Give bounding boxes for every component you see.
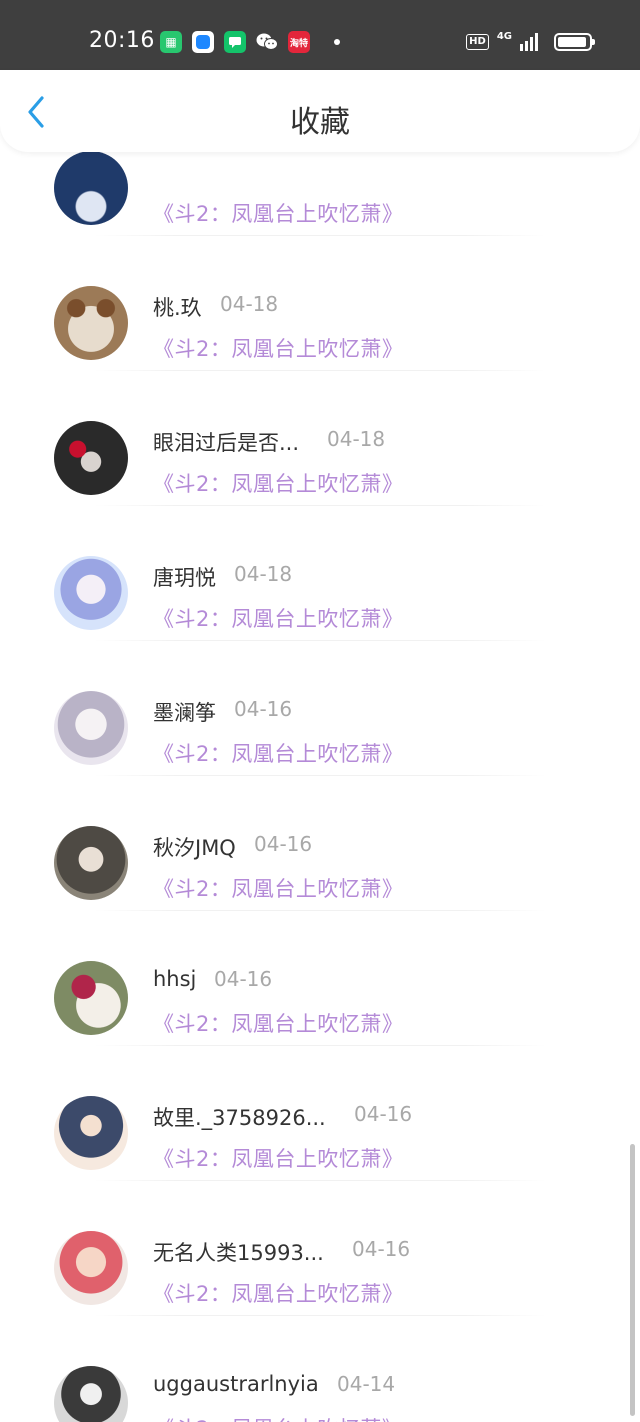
user-name[interactable]: 眼泪过后是否... bbox=[153, 427, 299, 457]
favorites-screen: 20:16 ▦ 淘特 HD 4G 《斗2：凤凰台上吹忆萧》 桃.玖 04-18 … bbox=[0, 0, 640, 1422]
work-title-link[interactable]: 《斗2：凤凰台上吹忆萧》 bbox=[153, 1008, 403, 1038]
collect-date: 04-16 bbox=[234, 697, 293, 721]
favorite-list-item[interactable]: uggaustrarlnyia 04-14 《斗2：凤凰台上吹忆萧》 bbox=[0, 1315, 640, 1422]
favorite-list-item[interactable]: 桃.玖 04-18 《斗2：凤凰台上吹忆萧》 bbox=[0, 235, 640, 371]
work-title-link[interactable]: 《斗2：凤凰台上吹忆萧》 bbox=[153, 1143, 403, 1173]
user-avatar[interactable] bbox=[54, 151, 128, 225]
more-notifications-dot bbox=[334, 39, 340, 45]
status-indicators: HD 4G bbox=[466, 30, 595, 51]
user-avatar[interactable] bbox=[54, 286, 128, 360]
signal-icon bbox=[520, 33, 538, 51]
user-avatar[interactable] bbox=[54, 826, 128, 900]
user-avatar[interactable] bbox=[54, 961, 128, 1035]
user-name[interactable]: 桃.玖 bbox=[153, 292, 202, 322]
user-name[interactable]: uggaustrarlnyia bbox=[153, 1372, 319, 1396]
favorite-list-item[interactable]: 秋汐JMQ 04-16 《斗2：凤凰台上吹忆萧》 bbox=[0, 775, 640, 911]
user-name[interactable]: hhsj bbox=[153, 967, 196, 991]
scrollbar[interactable] bbox=[630, 1144, 635, 1416]
top-nav-bar: 收藏 bbox=[0, 70, 640, 152]
work-title-link[interactable]: 《斗2：凤凰台上吹忆萧》 bbox=[153, 738, 403, 768]
collect-date: 04-16 bbox=[214, 967, 273, 991]
work-title-link[interactable]: 《斗2：凤凰台上吹忆萧》 bbox=[153, 873, 403, 903]
collect-date: 04-16 bbox=[352, 1237, 411, 1261]
user-name[interactable]: 故里._3758926... bbox=[153, 1102, 326, 1132]
collect-date: 04-18 bbox=[220, 292, 279, 316]
hd-icon: HD bbox=[466, 34, 489, 50]
work-title-link[interactable]: 《斗2：凤凰台上吹忆萧》 bbox=[153, 198, 403, 228]
user-name[interactable]: 唐玥悦 bbox=[153, 562, 216, 592]
favorite-list-item[interactable]: 故里._3758926... 04-16 《斗2：凤凰台上吹忆萧》 bbox=[0, 1045, 640, 1181]
battery-icon bbox=[554, 33, 595, 51]
user-avatar[interactable] bbox=[54, 1366, 128, 1422]
collect-date: 04-16 bbox=[254, 832, 313, 856]
favorite-list-item[interactable]: 墨澜筝 04-16 《斗2：凤凰台上吹忆萧》 bbox=[0, 640, 640, 776]
user-name[interactable]: 无名人类15993... bbox=[153, 1237, 324, 1267]
user-avatar[interactable] bbox=[54, 421, 128, 495]
work-title-link[interactable]: 《斗2：凤凰台上吹忆萧》 bbox=[153, 603, 403, 633]
app-store-icon: ▦ bbox=[160, 31, 182, 53]
user-name[interactable]: 墨澜筝 bbox=[153, 697, 216, 727]
work-title-link[interactable]: 《斗2：凤凰台上吹忆萧》 bbox=[153, 333, 403, 363]
user-avatar[interactable] bbox=[54, 1096, 128, 1170]
user-avatar[interactable] bbox=[54, 556, 128, 630]
notification-icons: ▦ 淘特 bbox=[160, 31, 340, 53]
status-bar: 20:16 ▦ 淘特 HD 4G bbox=[0, 0, 640, 70]
page-title: 收藏 bbox=[290, 105, 350, 140]
collect-date: 04-18 bbox=[327, 427, 386, 451]
work-title-link[interactable]: 《斗2：凤凰台上吹忆萧》 bbox=[153, 1278, 403, 1308]
work-title-link[interactable]: 《斗2：凤凰台上吹忆萧》 bbox=[153, 468, 403, 498]
favorite-list-item[interactable]: hhsj 04-16 《斗2：凤凰台上吹忆萧》 bbox=[0, 910, 640, 1046]
user-name[interactable]: 秋汐JMQ bbox=[153, 832, 236, 862]
message-app-icon bbox=[224, 31, 246, 53]
network-type: 4G bbox=[496, 30, 512, 42]
wechat-icon bbox=[256, 31, 278, 53]
status-time: 20:16 bbox=[89, 28, 155, 53]
taobao-icon: 淘特 bbox=[288, 31, 310, 53]
collect-date: 04-16 bbox=[354, 1102, 413, 1126]
collect-date: 04-18 bbox=[234, 562, 293, 586]
favorite-list-item[interactable]: 眼泪过后是否... 04-18 《斗2：凤凰台上吹忆萧》 bbox=[0, 370, 640, 506]
blue-app-icon bbox=[192, 31, 214, 53]
user-avatar[interactable] bbox=[54, 1231, 128, 1305]
favorite-list-item[interactable]: 唐玥悦 04-18 《斗2：凤凰台上吹忆萧》 bbox=[0, 505, 640, 641]
favorite-list-item[interactable]: 无名人类15993... 04-16 《斗2：凤凰台上吹忆萧》 bbox=[0, 1180, 640, 1316]
work-title-link[interactable]: 《斗2：凤凰台上吹忆萧》 bbox=[153, 1413, 403, 1422]
collect-date: 04-14 bbox=[337, 1372, 396, 1396]
user-avatar[interactable] bbox=[54, 691, 128, 765]
favorites-list: 《斗2：凤凰台上吹忆萧》 桃.玖 04-18 《斗2：凤凰台上吹忆萧》 眼泪过后是否..… bbox=[0, 100, 640, 1422]
